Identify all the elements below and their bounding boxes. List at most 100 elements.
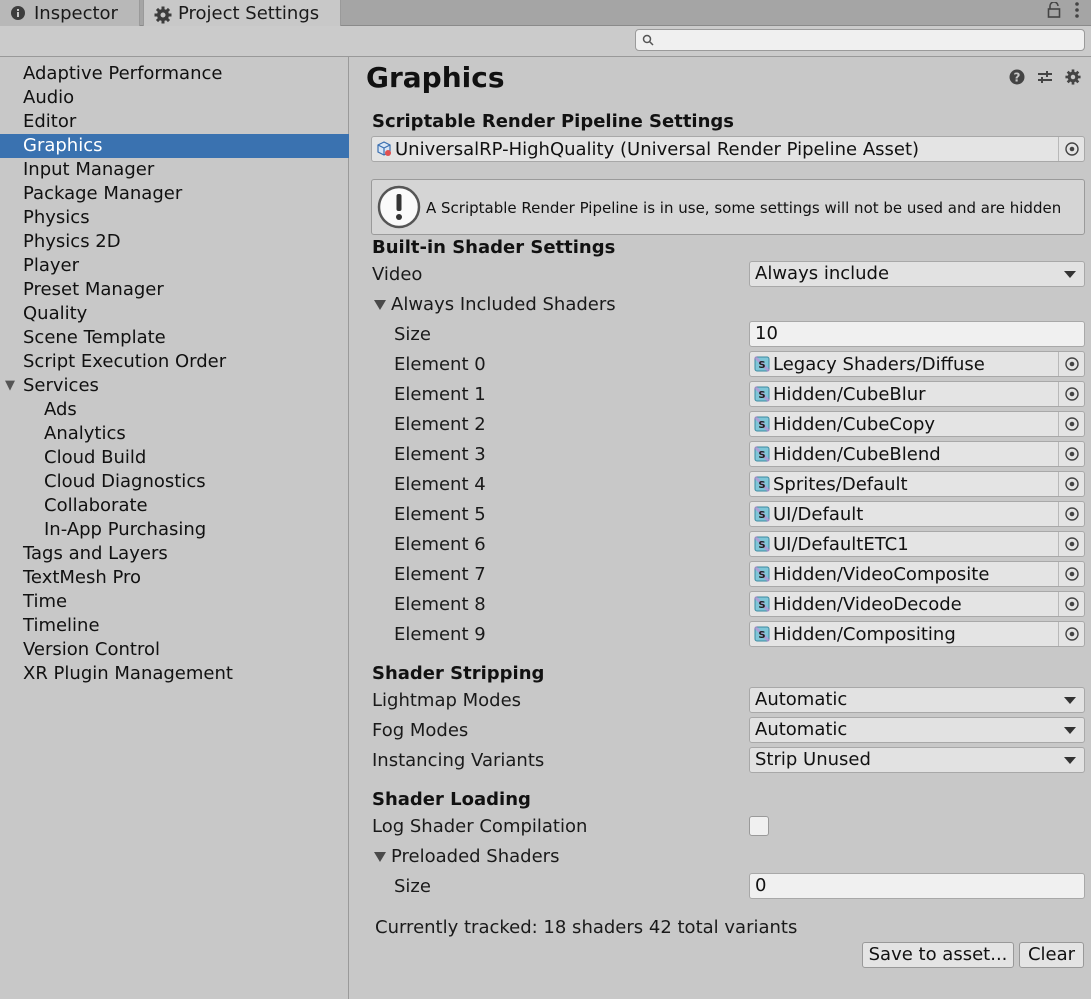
sidebar-item[interactable]: Version Control: [0, 638, 349, 662]
always-included-size-label: Size: [394, 324, 431, 345]
tab-project-settings[interactable]: Project Settings: [143, 0, 341, 27]
sidebar-item[interactable]: Graphics: [0, 134, 349, 158]
sidebar-item[interactable]: Editor: [0, 110, 349, 134]
fog-modes-dropdown[interactable]: Automatic: [749, 717, 1085, 743]
object-picker-icon[interactable]: [1058, 137, 1084, 161]
sidebar-item[interactable]: Player: [0, 254, 349, 278]
preloaded-shaders-foldout[interactable]: Preloaded Shaders: [391, 846, 559, 867]
sidebar-item[interactable]: Ads: [0, 398, 349, 422]
always-included-shaders-foldout[interactable]: Always Included Shaders: [391, 294, 616, 315]
tracked-shaders-status: Currently tracked: 18 shaders 42 total v…: [375, 917, 798, 938]
preset-sliders-icon[interactable]: [1037, 69, 1053, 90]
srp-warning-helpbox: A Scriptable Render Pipeline is in use, …: [371, 179, 1085, 235]
gear-icon: [154, 6, 172, 23]
shader-element-field[interactable]: S UI/Default: [749, 501, 1085, 527]
sidebar-item-label: Input Manager: [23, 159, 155, 180]
foldout-arrow-icon[interactable]: [374, 300, 386, 310]
lightmap-modes-label: Lightmap Modes: [372, 690, 522, 711]
log-shader-compilation-checkbox[interactable]: [749, 816, 769, 836]
shader-element-value: Hidden/Compositing: [773, 623, 956, 645]
shader-element-field[interactable]: S Hidden/VideoDecode: [749, 591, 1085, 617]
shader-element-field[interactable]: S Hidden/CubeBlend: [749, 441, 1085, 467]
sidebar-item[interactable]: Preset Manager: [0, 278, 349, 302]
sidebar-item-label: Scene Template: [23, 327, 166, 348]
shader-element-label: Element 0: [394, 354, 486, 375]
shader-file-icon: S: [753, 385, 771, 403]
sidebar-item[interactable]: Quality: [0, 302, 349, 326]
sidebar-item-label: XR Plugin Management: [23, 663, 233, 684]
sidebar-item[interactable]: Analytics: [0, 422, 349, 446]
sidebar-item[interactable]: XR Plugin Management: [0, 662, 349, 686]
tab-inspector[interactable]: Inspector: [0, 0, 140, 26]
sidebar-item[interactable]: Package Manager: [0, 182, 349, 206]
sidebar-item[interactable]: TextMesh Pro: [0, 566, 349, 590]
shader-element-value: Sprites/Default: [773, 473, 908, 495]
sidebar-item[interactable]: Adaptive Performance: [0, 62, 349, 86]
always-included-size-field[interactable]: 10: [749, 321, 1085, 347]
shader-file-icon: S: [753, 415, 771, 433]
sidebar-item[interactable]: Time: [0, 590, 349, 614]
sidebar-item[interactable]: In-App Purchasing: [0, 518, 349, 542]
object-picker-icon[interactable]: [1058, 352, 1084, 376]
chevron-down-icon: [1064, 697, 1076, 704]
sidebar-item[interactable]: Audio: [0, 86, 349, 110]
sidebar-item[interactable]: Physics: [0, 206, 349, 230]
sidebar-item[interactable]: Scene Template: [0, 326, 349, 350]
sidebar-item-label: Editor: [23, 111, 77, 132]
object-picker-icon[interactable]: [1058, 532, 1084, 556]
settings-gear-icon[interactable]: [1065, 69, 1081, 90]
shader-element-value: Hidden/CubeBlend: [773, 443, 941, 465]
shader-element-field[interactable]: S Hidden/Compositing: [749, 621, 1085, 647]
object-picker-icon[interactable]: [1058, 472, 1084, 496]
sidebar-item[interactable]: Input Manager: [0, 158, 349, 182]
foldout-arrow-icon[interactable]: [374, 852, 386, 862]
shader-element-field[interactable]: S Hidden/CubeCopy: [749, 411, 1085, 437]
shader-element-label: Element 1: [394, 384, 486, 405]
object-picker-icon[interactable]: [1058, 502, 1084, 526]
video-dropdown[interactable]: Always include: [749, 261, 1085, 287]
more-options-icon[interactable]: [1075, 2, 1079, 23]
shader-element-value: Hidden/CubeCopy: [773, 413, 936, 435]
shader-element-label: Element 3: [394, 444, 486, 465]
instancing-variants-label: Instancing Variants: [372, 750, 545, 771]
sidebar-item[interactable]: Collaborate: [0, 494, 349, 518]
clear-button[interactable]: Clear: [1019, 942, 1084, 968]
render-pipeline-asset-field[interactable]: UniversalRP-HighQuality (Universal Rende…: [371, 136, 1085, 162]
shader-element-field[interactable]: S Legacy Shaders/Diffuse: [749, 351, 1085, 377]
preloaded-size-label: Size: [394, 876, 431, 897]
sidebar-item-label: Physics 2D: [23, 231, 121, 252]
shader-element-field[interactable]: S Hidden/CubeBlur: [749, 381, 1085, 407]
sidebar-item[interactable]: Tags and Layers: [0, 542, 349, 566]
lightmap-modes-dropdown[interactable]: Automatic: [749, 687, 1085, 713]
help-icon[interactable]: ?: [1009, 69, 1025, 90]
object-picker-icon[interactable]: [1058, 592, 1084, 616]
shader-element-field[interactable]: S Hidden/VideoComposite: [749, 561, 1085, 587]
sidebar-item[interactable]: Cloud Build: [0, 446, 349, 470]
instancing-variants-dropdown[interactable]: Strip Unused: [749, 747, 1085, 773]
shader-element-field[interactable]: S Sprites/Default: [749, 471, 1085, 497]
sidebar-item[interactable]: ▼ Services: [0, 374, 349, 398]
srp-settings-heading: Scriptable Render Pipeline Settings: [372, 111, 735, 132]
shader-element-field[interactable]: S UI/DefaultETC1: [749, 531, 1085, 557]
expand-arrow-icon[interactable]: ▼: [5, 374, 15, 398]
shader-element-value: UI/DefaultETC1: [773, 533, 909, 555]
sidebar-item[interactable]: Timeline: [0, 614, 349, 638]
sidebar-item[interactable]: Cloud Diagnostics: [0, 470, 349, 494]
sidebar-item-label: Ads: [44, 399, 77, 420]
sidebar-item[interactable]: Script Execution Order: [0, 350, 349, 374]
object-picker-icon[interactable]: [1058, 562, 1084, 586]
object-picker-icon[interactable]: [1058, 622, 1084, 646]
sidebar-item-label: Quality: [23, 303, 88, 324]
object-picker-icon[interactable]: [1058, 442, 1084, 466]
object-picker-icon[interactable]: [1058, 412, 1084, 436]
sidebar-item[interactable]: Physics 2D: [0, 230, 349, 254]
tab-bar: Inspector Project Settings: [0, 0, 1091, 27]
fog-modes-value: Automatic: [755, 719, 848, 740]
preloaded-size-field[interactable]: 0: [749, 873, 1085, 899]
lock-icon[interactable]: [1047, 1, 1061, 23]
graphics-settings-panel: Graphics ? Scriptable Render Pipeline Se…: [351, 57, 1091, 999]
sidebar-item-label: TextMesh Pro: [23, 567, 142, 588]
object-picker-icon[interactable]: [1058, 382, 1084, 406]
save-to-asset-button[interactable]: Save to asset...: [862, 942, 1014, 968]
search-input[interactable]: [635, 29, 1085, 51]
